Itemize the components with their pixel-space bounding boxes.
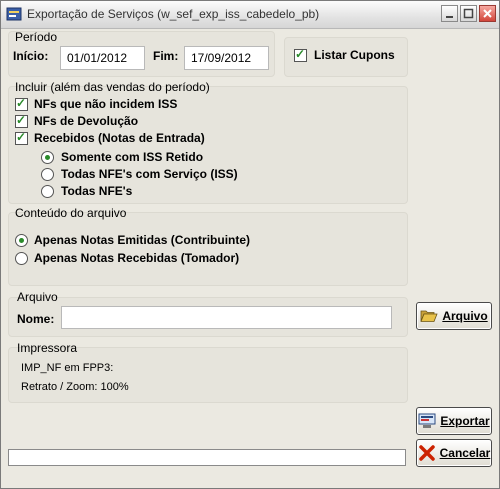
todas-servico-label: Todas NFE's com Serviço (ISS) <box>61 167 238 181</box>
nfs-nao-iss-checkbox[interactable] <box>15 96 28 111</box>
window-title: Exportação de Serviços (w_sef_exp_iss_ca… <box>27 7 320 21</box>
recebidas-label: Apenas Notas Recebidas (Tomador) <box>34 251 240 265</box>
nfs-devolucao-checkbox[interactable] <box>15 113 28 128</box>
arquivo-button[interactable]: Arquivo <box>416 302 492 330</box>
impressora-group <box>8 347 408 403</box>
arquivo-button-label: Arquivo <box>442 309 488 323</box>
close-button[interactable] <box>479 5 496 22</box>
todas-nfe-radio[interactable] <box>41 185 54 198</box>
cancelar-button[interactable]: Cancelar <box>416 439 492 467</box>
minimize-button[interactable] <box>441 5 458 22</box>
nome-input[interactable] <box>61 306 392 329</box>
periodo-title: Período <box>15 30 58 44</box>
incluir-title: Incluir (além das vendas do período) <box>15 80 210 94</box>
fim-label: Fim: <box>153 49 179 63</box>
nome-label: Nome: <box>17 312 55 326</box>
inicio-date-input[interactable]: 01/01/2012 <box>60 46 145 70</box>
emitidas-radio[interactable] <box>15 234 28 247</box>
inicio-label: Início: <box>13 49 49 63</box>
close-icon <box>483 9 492 18</box>
somente-iss-radio[interactable] <box>41 151 54 164</box>
nfs-devolucao-label: NFs de Devolução <box>34 114 139 128</box>
todas-nfe-label: Todas NFE's <box>61 184 133 198</box>
folder-open-icon <box>420 310 438 322</box>
arquivo-title: Arquivo <box>17 290 58 304</box>
nfs-nao-iss-label: NFs que não incidem ISS <box>34 97 178 111</box>
exportar-button-label: Exportar <box>440 414 490 428</box>
title-bar[interactable]: Exportação de Serviços (w_sef_exp_iss_ca… <box>1 1 499 29</box>
maximize-button[interactable] <box>460 5 477 22</box>
status-bar <box>8 449 406 466</box>
todas-servico-radio[interactable] <box>41 168 54 181</box>
fim-date-input[interactable]: 17/09/2012 <box>184 46 269 70</box>
listar-cupons-label: Listar Cupons <box>314 48 395 62</box>
listar-cupons-checkbox[interactable] <box>294 47 307 62</box>
cancelar-button-label: Cancelar <box>439 446 491 460</box>
recebidos-label: Recebidos (Notas de Entrada) <box>34 131 205 145</box>
minimize-icon <box>446 16 453 18</box>
impressora-line1: IMP_NF em FPP3: <box>21 362 114 374</box>
emitidas-label: Apenas Notas Emitidas (Contribuinte) <box>34 233 251 247</box>
recebidos-checkbox[interactable] <box>15 130 28 145</box>
cancel-x-icon <box>418 445 435 461</box>
impressora-title: Impressora <box>17 341 78 355</box>
recebidas-radio[interactable] <box>15 252 28 265</box>
conteudo-title: Conteúdo do arquivo <box>15 206 127 220</box>
impressora-line2: Retrato / Zoom: 100% <box>21 381 129 393</box>
exportar-button[interactable]: Exportar <box>416 407 492 435</box>
app-icon <box>6 7 22 21</box>
somente-iss-label: Somente com ISS Retido <box>61 150 204 164</box>
maximize-icon <box>463 8 474 19</box>
conteudo-group <box>8 212 408 286</box>
export-icon <box>418 413 436 428</box>
export-window: Exportação de Serviços (w_sef_exp_iss_ca… <box>0 0 500 489</box>
